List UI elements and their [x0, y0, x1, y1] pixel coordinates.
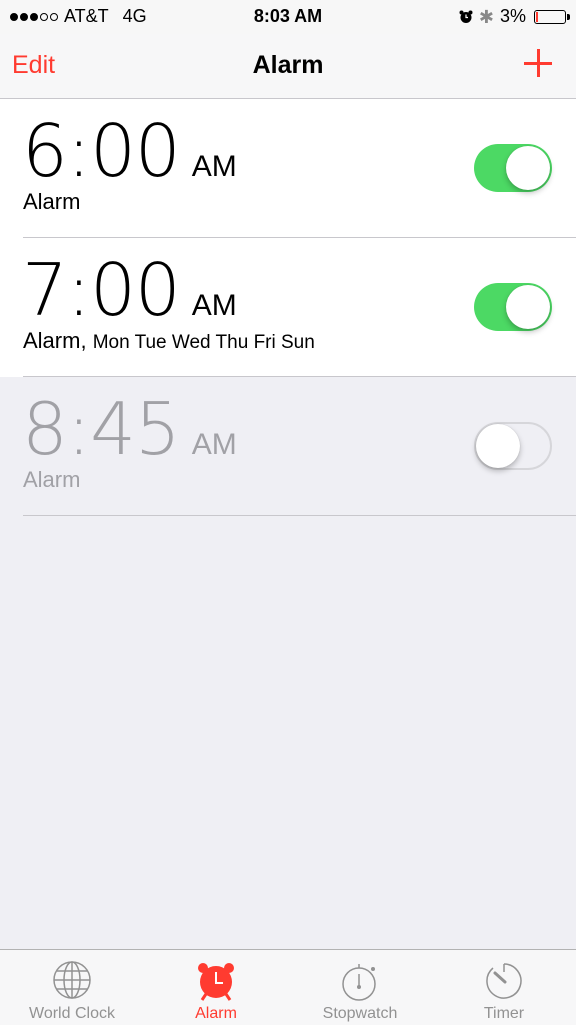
alarm-row[interactable]: 8:45 AM Alarm: [0, 377, 576, 516]
alarm-ampm: AM: [191, 289, 237, 322]
page-title: Alarm: [252, 51, 324, 79]
toggle-knob: [476, 424, 520, 468]
tab-label: World Clock: [29, 1005, 115, 1022]
tab-label: Alarm: [195, 1005, 237, 1022]
alarm-clock-icon: [459, 10, 473, 23]
alarm-time: 8:45: [22, 387, 181, 471]
toggle-knob: [506, 285, 550, 329]
battery-percent: 3%: [499, 6, 526, 26]
alarm-label: Alarm, Mon Tue Wed Thu Fri Sun: [23, 328, 315, 354]
alarm-ampm: AM: [191, 428, 237, 461]
tab-world-clock[interactable]: World Clock: [0, 950, 144, 1025]
globe-icon: [53, 961, 91, 999]
timer-icon: [486, 963, 522, 999]
alarm-repeat-days: Mon Tue Wed Thu Fri Sun: [92, 332, 315, 353]
edit-button[interactable]: Edit: [12, 51, 55, 80]
tab-bar: World Clock Alarm Stopwatch Timer: [0, 949, 576, 1025]
alarm-ampm: AM: [191, 150, 237, 183]
alarm-clock-icon: [198, 963, 234, 1001]
alarm-toggle[interactable]: [474, 283, 552, 331]
status-right: ✱ 3%: [459, 6, 570, 27]
battery-icon: [534, 9, 570, 24]
alarm-label: Alarm: [23, 189, 80, 215]
alarm-toggle[interactable]: [474, 422, 552, 470]
alarm-label-text: Alarm: [23, 467, 81, 492]
alarm-time-line: 8:45 AM: [22, 391, 237, 467]
alarm-label: Alarm: [23, 467, 80, 493]
toggle-knob: [506, 146, 550, 190]
alarm-label-text: Alarm: [23, 189, 81, 214]
alarm-time: 6:00: [22, 109, 181, 193]
add-alarm-button[interactable]: [522, 47, 554, 79]
alarm-time-line: 6:00 AM: [22, 113, 237, 189]
status-bar: AT&T 4G 8:03 AM ✱ 3%: [0, 0, 576, 34]
alarm-time-line: 7:00 AM: [22, 252, 237, 328]
alarm-row[interactable]: 6:00 AM Alarm: [0, 99, 576, 238]
tab-label: Stopwatch: [322, 1005, 398, 1022]
tab-timer[interactable]: Timer: [432, 950, 576, 1025]
alarm-list: 6:00 AM Alarm 7:00 AM Alarm, Mon Tue Wed…: [0, 99, 576, 516]
navigation-bar: Edit Alarm: [0, 34, 576, 99]
stopwatch-icon: [342, 964, 376, 1001]
tab-stopwatch[interactable]: Stopwatch: [288, 950, 432, 1025]
divider: [23, 515, 576, 516]
alarm-time: 7:00: [22, 248, 181, 332]
bluetooth-icon: ✱: [478, 6, 494, 27]
alarm-label-text: Alarm,: [23, 328, 87, 353]
tab-label: Timer: [483, 1005, 525, 1022]
tab-alarm[interactable]: Alarm: [144, 950, 288, 1025]
alarm-row[interactable]: 7:00 AM Alarm, Mon Tue Wed Thu Fri Sun: [0, 238, 576, 377]
alarm-toggle[interactable]: [474, 144, 552, 192]
